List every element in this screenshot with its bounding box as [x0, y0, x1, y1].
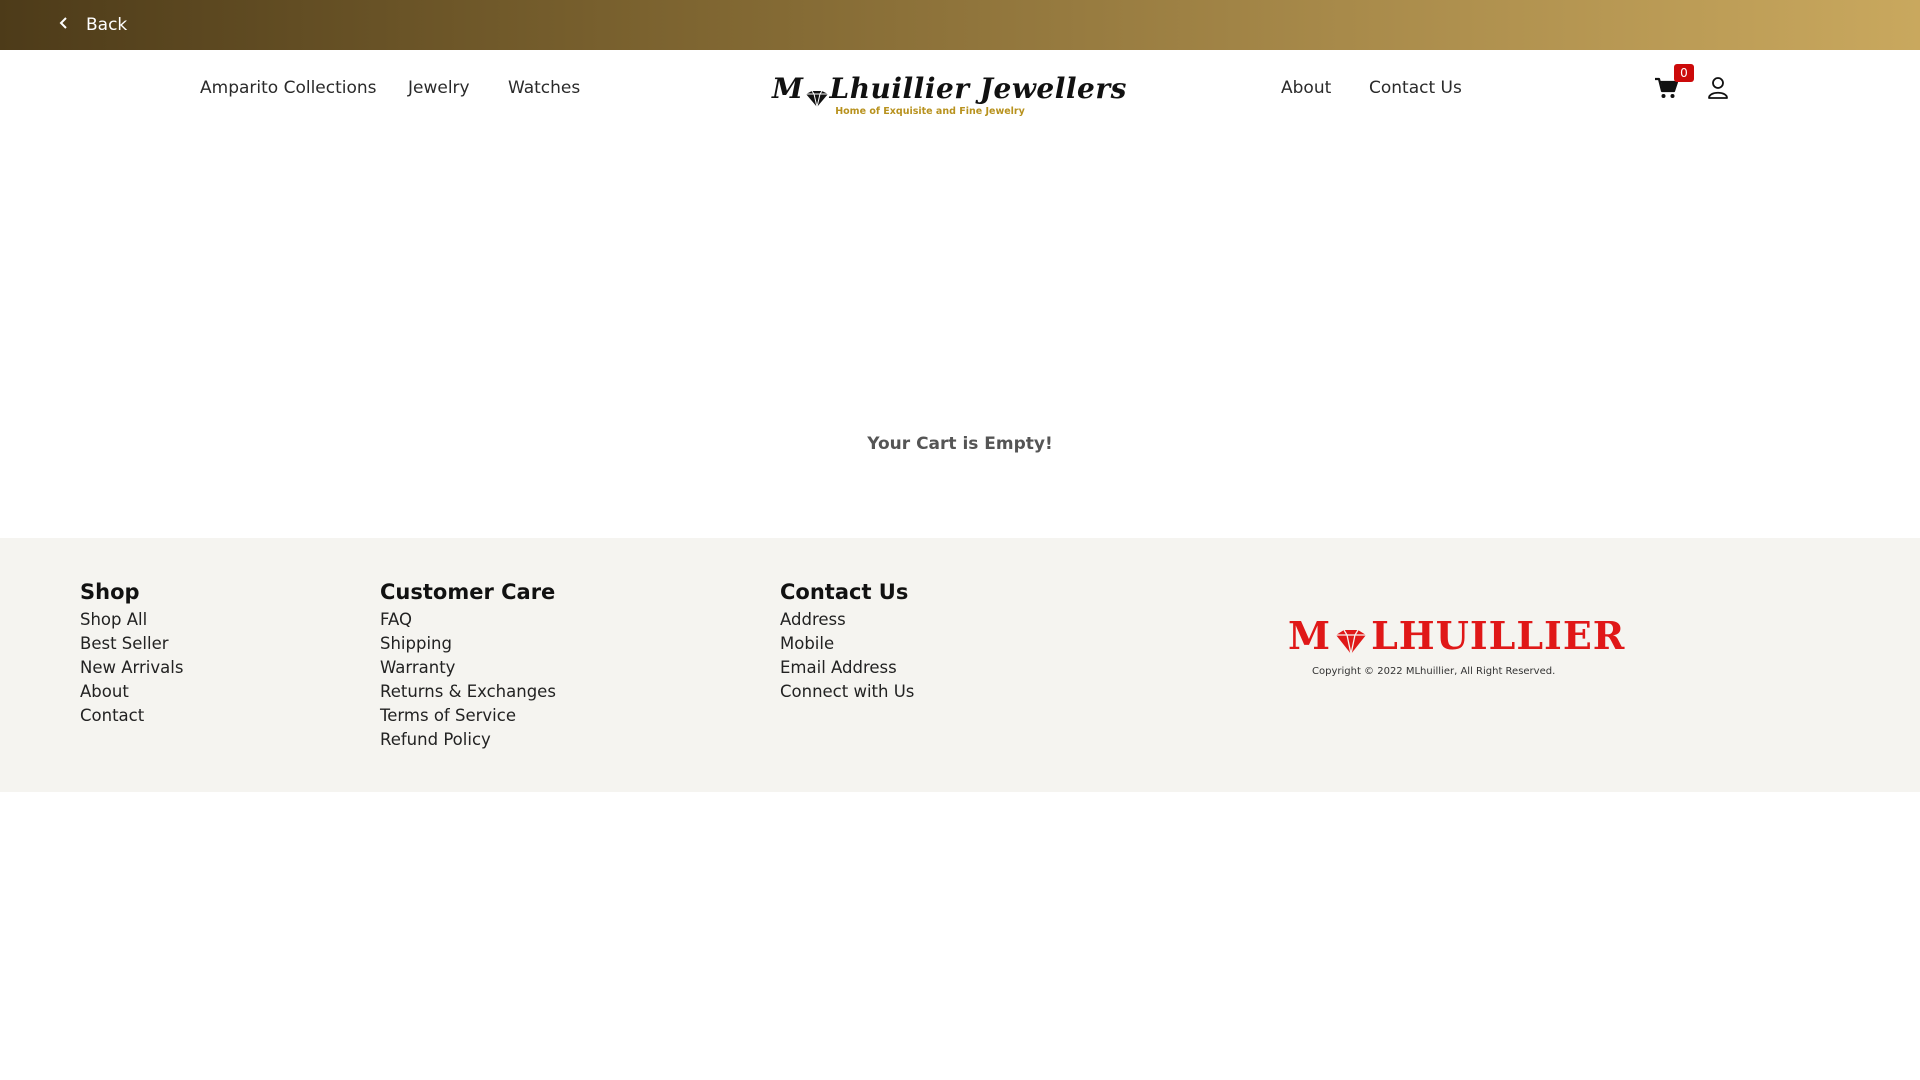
nav-amparito-collections[interactable]: Amparito Collections [200, 78, 377, 98]
copyright-text: Copyright © 2022 MLhuillier, All Right R… [1312, 666, 1556, 677]
footer-link-refund-policy[interactable]: Refund Policy [380, 728, 556, 752]
site-footer: Shop Shop All Best Seller New Arrivals A… [0, 538, 1920, 792]
top-bar: Back [0, 0, 1920, 50]
footer-link-terms-of-service[interactable]: Terms of Service [380, 704, 556, 728]
user-icon[interactable] [1707, 76, 1729, 100]
footer-heading-shop: Shop [80, 580, 140, 604]
footer-link-returns-exchanges[interactable]: Returns & Exchanges [380, 680, 556, 704]
footer-link-about[interactable]: About [80, 680, 183, 704]
footer-link-shop-all[interactable]: Shop All [80, 608, 183, 632]
site-logo[interactable]: M Lhuillier Jewellers Home of Exquisite a… [772, 72, 1127, 122]
footer-column-shop: Shop Shop All Best Seller New Arrivals A… [80, 580, 183, 728]
site-header: Amparito Collections Jewelry Watches M Lh… [0, 50, 1920, 130]
footer-column-customer-care: Customer Care FAQ Shipping Warranty Retu… [380, 580, 556, 752]
footer-link-warranty[interactable]: Warranty [380, 656, 556, 680]
footer-link-mobile[interactable]: Mobile [780, 632, 914, 656]
footer-link-contact[interactable]: Contact [80, 704, 183, 728]
footer-link-new-arrivals[interactable]: New Arrivals [80, 656, 183, 680]
footer-link-email-address[interactable]: Email Address [780, 656, 914, 680]
footer-brand-logo: M LHUILLIER [1288, 613, 1626, 658]
footer-brand: M LHUILLIER Copyright © 2022 MLhuillier, … [1288, 613, 1626, 678]
footer-heading-customer-care: Customer Care [380, 580, 556, 604]
footer-link-address[interactable]: Address [780, 608, 914, 632]
footer-column-contact-us: Contact Us Address Mobile Email Address … [780, 580, 914, 704]
footer-link-shipping[interactable]: Shipping [380, 632, 556, 656]
nav-watches[interactable]: Watches [508, 78, 580, 98]
chevron-left-icon [58, 15, 70, 35]
cart-count-badge: 0 [1674, 64, 1694, 82]
empty-cart-message: Your Cart is Empty! [867, 434, 1053, 454]
nav-contact-us[interactable]: Contact Us [1369, 78, 1462, 98]
back-button[interactable]: Back [58, 0, 127, 50]
footer-link-best-seller[interactable]: Best Seller [80, 632, 183, 656]
nav-jewelry[interactable]: Jewelry [408, 78, 470, 98]
back-label: Back [86, 15, 128, 35]
diamond-heart-icon [1331, 623, 1371, 654]
logo-wordmark: M Lhuillier Jewellers [772, 72, 1127, 107]
footer-link-faq[interactable]: FAQ [380, 608, 556, 632]
footer-heading-contact-us: Contact Us [780, 580, 909, 604]
logo-tagline: Home of Exquisite and Fine Jewelry [835, 106, 1025, 117]
nav-about[interactable]: About [1281, 78, 1331, 98]
diamond-heart-icon [802, 82, 832, 107]
footer-link-connect-with-us[interactable]: Connect with Us [780, 680, 914, 704]
